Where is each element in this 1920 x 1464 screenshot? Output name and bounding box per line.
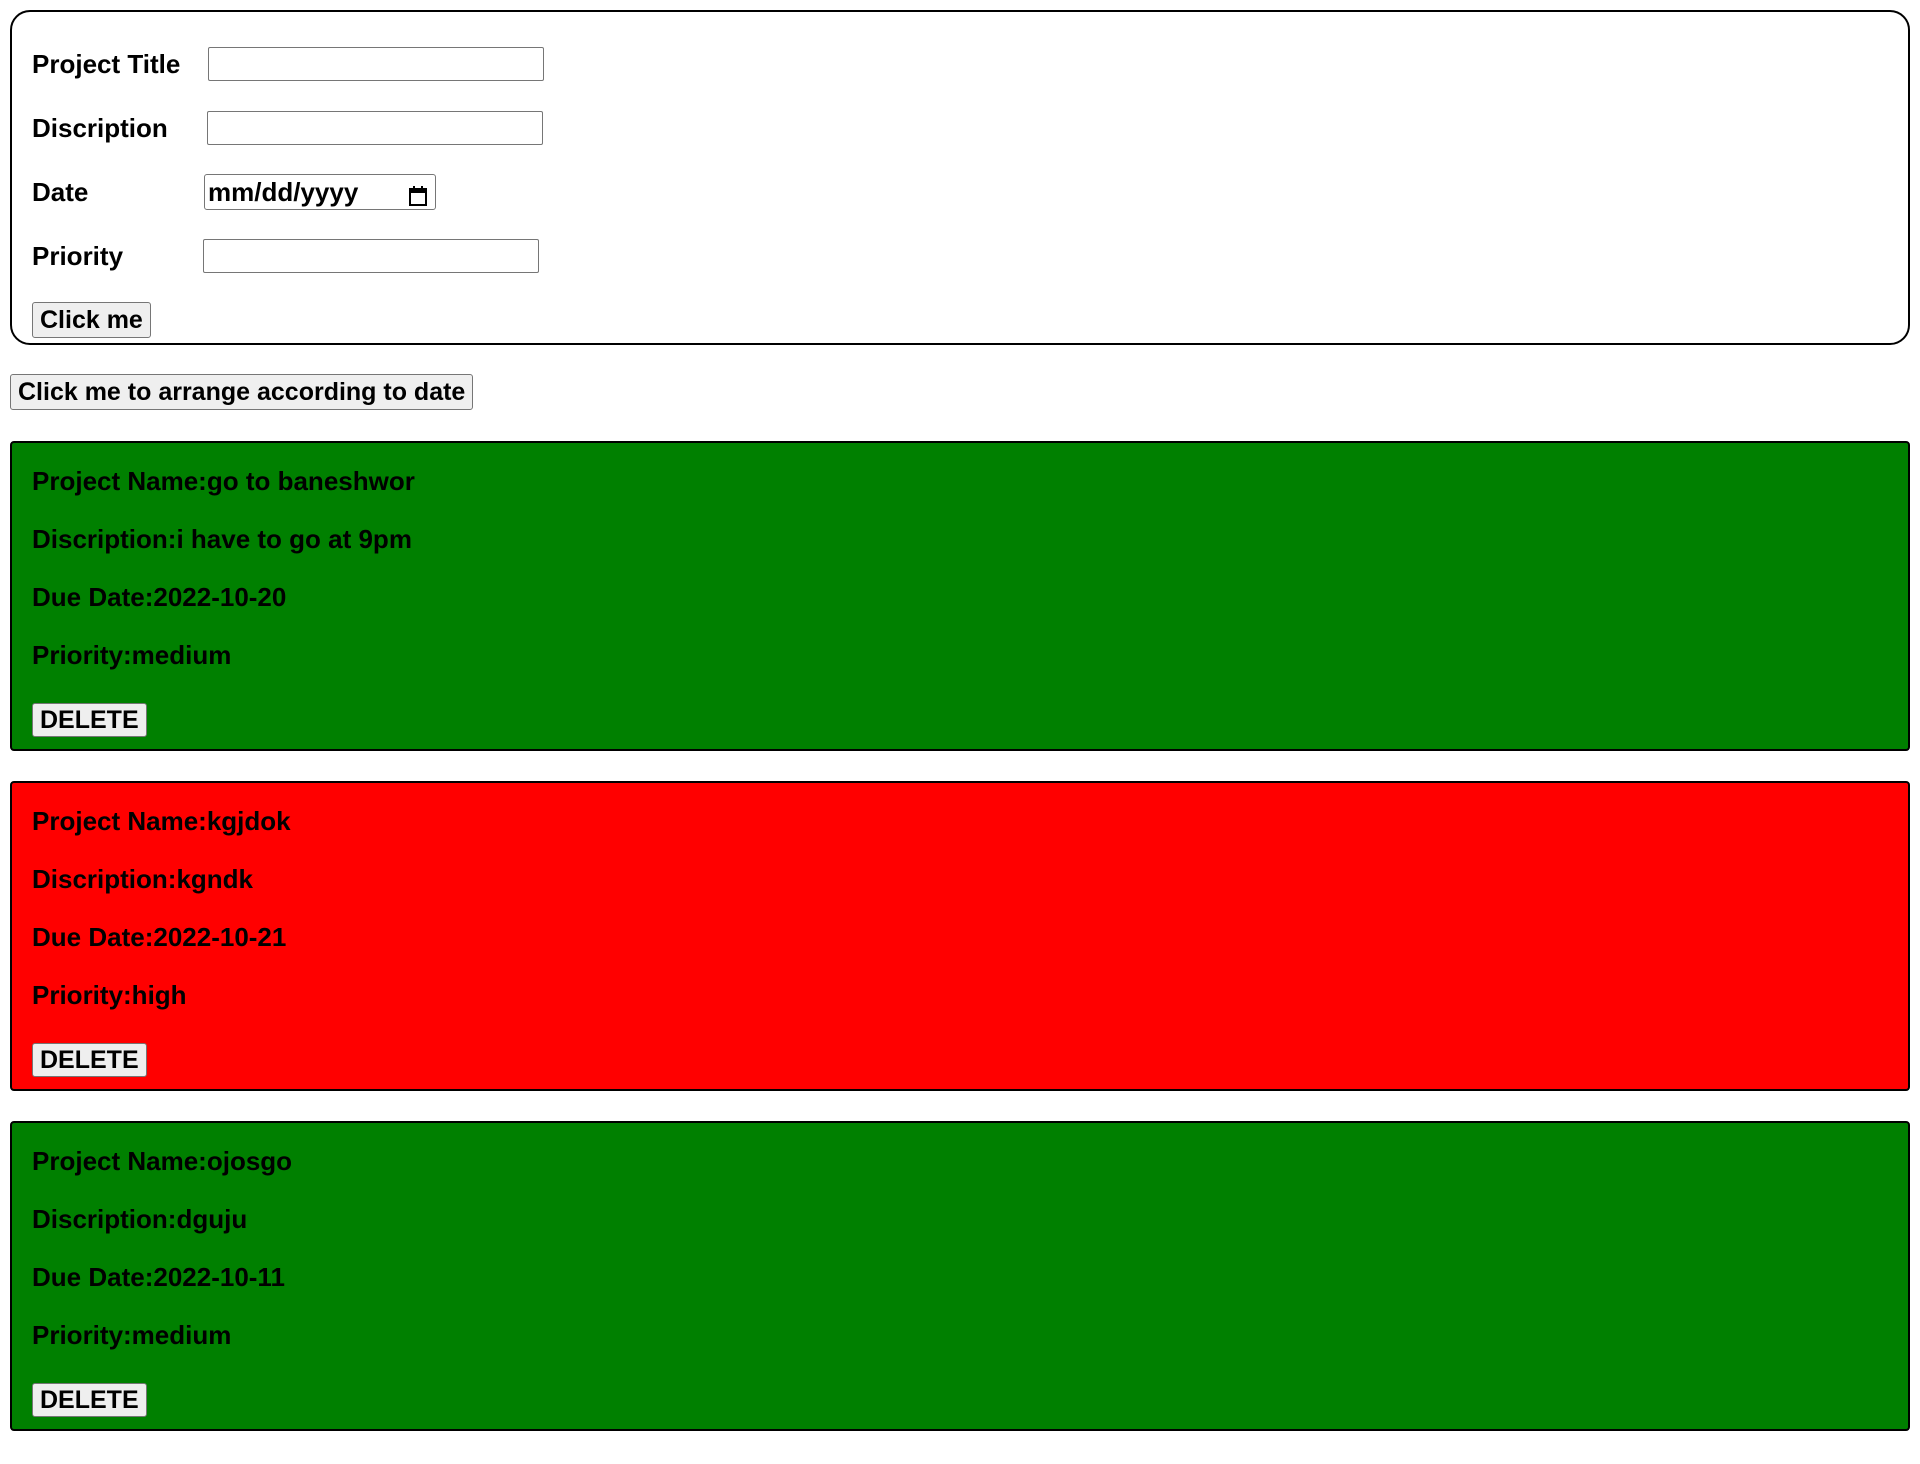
project-card: Project Name:go to baneshwor Discription… <box>10 441 1910 751</box>
project-card: Project Name:ojosgo Discription:dguju Du… <box>10 1121 1910 1431</box>
project-priority: Priority:medium <box>32 1320 232 1350</box>
date-placeholder: mm/dd/yyyy <box>208 176 359 207</box>
project-description: Discription:kgndk <box>32 864 254 894</box>
project-list: Project Name:go to baneshwor Discription… <box>10 441 1910 1431</box>
delete-button[interactable]: DELETE <box>32 1383 147 1417</box>
project-form: Project Title Discription Date mm/dd/yyy… <box>10 10 1910 345</box>
delete-row: DELETE <box>32 693 1888 747</box>
description-label: Discription <box>32 112 168 143</box>
project-priority: Priority:high <box>32 980 187 1010</box>
priority-label: Priority <box>32 240 124 271</box>
date-row: Date mm/dd/yyyy <box>32 160 1888 224</box>
date-input[interactable]: mm/dd/yyyy <box>204 174 436 210</box>
submit-row: Click me <box>32 288 1888 352</box>
project-name: Project Name:ojosgo <box>32 1146 293 1176</box>
page: Project Title Discription Date mm/dd/yyy… <box>0 0 1920 1441</box>
submit-button[interactable]: Click me <box>32 302 151 338</box>
project-title-input[interactable] <box>208 47 544 81</box>
project-due-date: Due Date:2022-10-21 <box>32 922 287 952</box>
title-row: Project Title <box>32 32 1888 96</box>
project-title-label: Project Title <box>32 48 181 79</box>
project-name: Project Name:go to baneshwor <box>32 466 415 496</box>
project-due-date: Due Date:2022-10-20 <box>32 582 287 612</box>
calendar-icon[interactable] <box>409 182 427 206</box>
date-label: Date <box>32 176 89 207</box>
arrange-row: Click me to arrange according to date <box>10 373 1910 411</box>
project-description: Discription:dguju <box>32 1204 248 1234</box>
project-card: Project Name:kgjdok Discription:kgndk Du… <box>10 781 1910 1091</box>
project-priority: Priority:medium <box>32 640 232 670</box>
project-description: Discription:i have to go at 9pm <box>32 524 412 554</box>
delete-row: DELETE <box>32 1373 1888 1427</box>
delete-button[interactable]: DELETE <box>32 703 147 737</box>
description-row: Discription <box>32 96 1888 160</box>
delete-row: DELETE <box>32 1033 1888 1087</box>
delete-button[interactable]: DELETE <box>32 1043 147 1077</box>
priority-input[interactable] <box>203 239 539 273</box>
arrange-by-date-button[interactable]: Click me to arrange according to date <box>10 374 474 410</box>
project-due-date: Due Date:2022-10-11 <box>32 1262 285 1292</box>
description-input[interactable] <box>207 111 543 145</box>
priority-row: Priority <box>32 224 1888 288</box>
project-name: Project Name:kgjdok <box>32 806 291 836</box>
